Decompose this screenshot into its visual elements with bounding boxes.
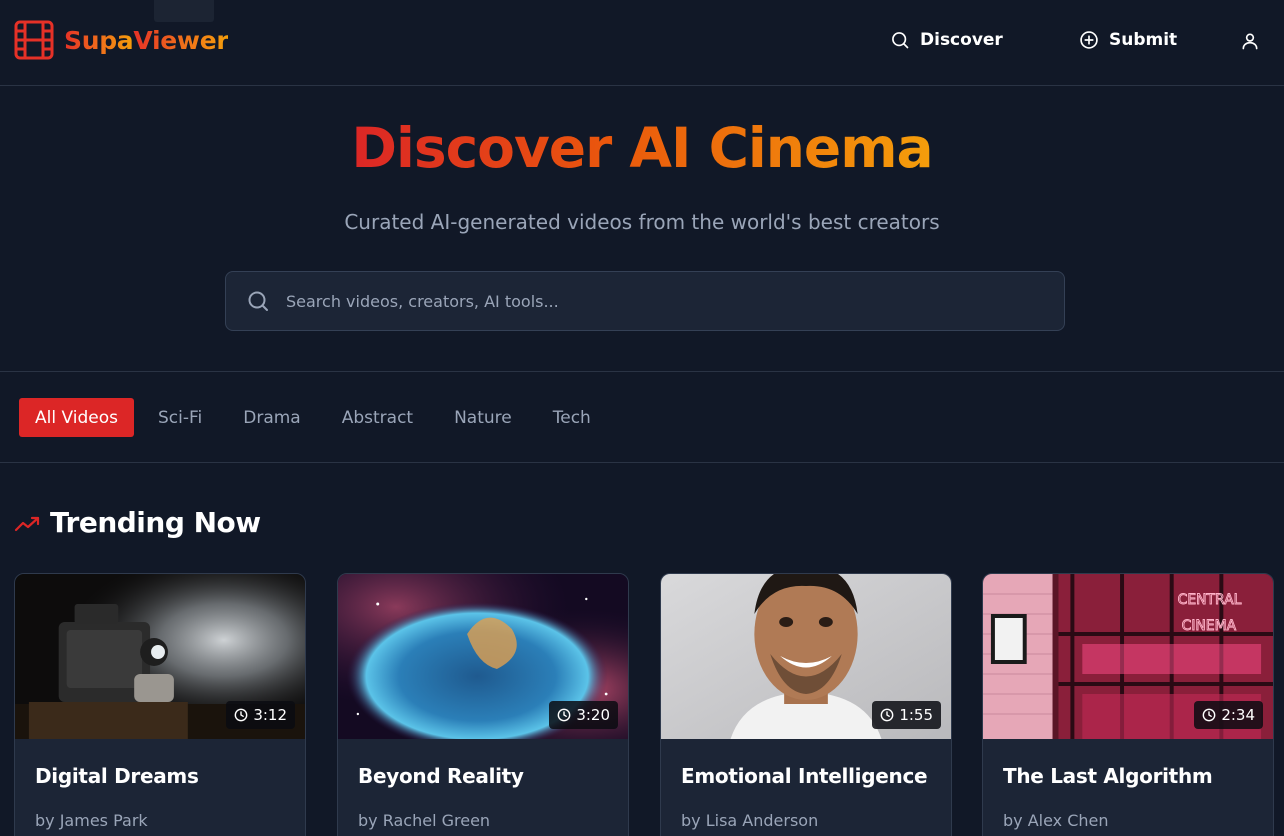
- category-filters: All Videos Sci-Fi Drama Abstract Nature …: [19, 398, 616, 437]
- video-title[interactable]: Emotional Intelligence: [681, 764, 928, 788]
- brand-name-suffix: Viewer: [133, 25, 229, 55]
- video-card[interactable]: 3:20 Beyond Reality by Rachel Green: [337, 573, 629, 836]
- user-icon[interactable]: [1240, 31, 1260, 51]
- trending-up-icon: [14, 516, 40, 531]
- hero-title-text: Discover AI Cinema: [351, 116, 933, 180]
- video-author[interactable]: by Alex Chen: [1003, 811, 1109, 830]
- nav-submit-label: Submit: [1109, 30, 1178, 50]
- video-thumbnail: 3:20: [338, 574, 628, 739]
- filter-drama[interactable]: Drama: [227, 398, 316, 437]
- clock-icon: [234, 708, 248, 722]
- nav-discover-label: Discover: [920, 30, 1003, 50]
- video-author[interactable]: by James Park: [35, 811, 148, 830]
- video-title[interactable]: Beyond Reality: [358, 764, 524, 788]
- hero-title: Discover AI Cinema: [0, 110, 1284, 186]
- film-icon: [14, 20, 54, 60]
- trending-header: Trending Now: [14, 506, 261, 539]
- section-divider: [0, 462, 1284, 463]
- video-thumbnail: 1:55: [661, 574, 951, 739]
- search-icon: [892, 32, 909, 49]
- filter-nature[interactable]: Nature: [438, 398, 528, 437]
- brand-name: SupaViewer: [64, 25, 229, 55]
- video-author[interactable]: by Rachel Green: [358, 811, 490, 830]
- video-author[interactable]: by Lisa Anderson: [681, 811, 818, 830]
- brand-name-prefix: Supa: [64, 25, 134, 55]
- video-thumbnail: CENTRAL CINEMA 2:34: [983, 574, 1273, 739]
- duration-badge: 3:20: [549, 701, 618, 729]
- filter-tech[interactable]: Tech: [537, 398, 607, 437]
- trending-title: Trending Now: [50, 506, 261, 539]
- filter-abstract[interactable]: Abstract: [326, 398, 429, 437]
- duration-badge: 3:12: [226, 701, 295, 729]
- duration-text: 1:55: [899, 706, 933, 724]
- search-input[interactable]: [286, 281, 1064, 321]
- duration-text: 3:12: [253, 706, 287, 724]
- clock-icon: [880, 708, 894, 722]
- video-title[interactable]: The Last Algorithm: [1003, 764, 1213, 788]
- video-card[interactable]: 3:12 Digital Dreams by James Park: [14, 573, 306, 836]
- duration-badge: 2:34: [1194, 701, 1263, 729]
- brand-logo[interactable]: SupaViewer: [14, 20, 229, 60]
- duration-text: 3:20: [576, 706, 610, 724]
- clock-icon: [557, 708, 571, 722]
- duration-badge: 1:55: [872, 701, 941, 729]
- svg-text:CINEMA: CINEMA: [1182, 618, 1237, 634]
- svg-text:CENTRAL: CENTRAL: [1178, 592, 1242, 608]
- duration-text: 2:34: [1221, 706, 1255, 724]
- video-title[interactable]: Digital Dreams: [35, 764, 199, 788]
- ghost-tab: [154, 0, 214, 22]
- hero-subtitle: Curated AI-generated videos from the wor…: [344, 210, 940, 234]
- filter-sci-fi[interactable]: Sci-Fi: [142, 398, 218, 437]
- video-thumbnail: 3:12: [15, 574, 305, 739]
- video-card[interactable]: 1:55 Emotional Intelligence by Lisa Ande…: [660, 573, 952, 836]
- nav-discover-link[interactable]: Discover: [890, 30, 1003, 50]
- filter-all-videos[interactable]: All Videos: [19, 398, 134, 437]
- clock-icon: [1202, 708, 1216, 722]
- section-divider: [0, 371, 1284, 372]
- plus-circle-icon: [1080, 31, 1098, 49]
- top-header: SupaViewer Discover Submit: [0, 0, 1284, 86]
- video-card[interactable]: CENTRAL CINEMA 2:34 The Last Algorithm b…: [982, 573, 1274, 836]
- search-bar[interactable]: [225, 271, 1065, 331]
- search-icon: [248, 291, 268, 311]
- nav-submit-link[interactable]: Submit: [1079, 30, 1177, 50]
